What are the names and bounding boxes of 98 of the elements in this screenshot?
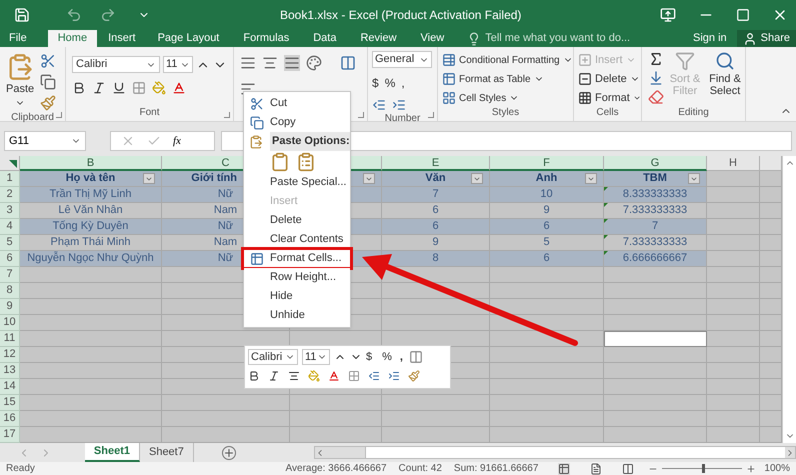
zoom-percent[interactable]: 100% <box>764 462 790 474</box>
row-number: 10 <box>0 315 20 331</box>
table-cell: 8.333333333 <box>604 187 707 203</box>
table-cell: 8 <box>382 251 490 267</box>
column-header[interactable]: E <box>382 156 490 171</box>
ribbon-tab[interactable]: View <box>420 30 446 47</box>
row-number: 4 <box>0 219 20 235</box>
column-heading: Anh <box>490 171 604 187</box>
row-number: 6 <box>0 251 20 267</box>
table-cell: 7.333333333 <box>604 203 707 219</box>
font-size-field[interactable]: 11 <box>302 349 330 366</box>
column-heading: Họ và tên <box>20 171 162 187</box>
table-cell: 6 <box>382 203 490 219</box>
table-cell: 6 <box>490 251 604 267</box>
row-number: 16 <box>0 411 20 427</box>
insert-function-button[interactable]: fx <box>173 132 181 150</box>
group-label: Cells <box>596 106 619 120</box>
paste-button[interactable]: Paste <box>6 53 34 111</box>
status-text: Ready <box>6 462 35 474</box>
row-number: 8 <box>0 283 20 299</box>
column-header[interactable]: H <box>707 156 760 171</box>
context-menu-item[interactable]: Cut <box>244 94 350 113</box>
styles-menu-button[interactable]: Format as Table <box>442 71 573 87</box>
group-label: Styles <box>492 106 520 120</box>
table-cell: 7.333333333 <box>604 235 707 251</box>
table-cell: Phạm Thái Minh <box>20 235 162 251</box>
context-menu-item[interactable]: Paste Special... <box>244 173 350 192</box>
group-label: Clipboard <box>11 111 54 125</box>
row-number: 3 <box>0 203 20 219</box>
number-format-field[interactable]: General <box>372 51 432 68</box>
share-button[interactable]: Share <box>736 30 796 47</box>
ribbon-tab[interactable]: Home <box>48 30 98 47</box>
table-cell: 10 <box>490 187 604 203</box>
column-header[interactable]: F <box>490 156 604 171</box>
table-cell: 6 <box>490 219 604 235</box>
name-box[interactable]: G11 <box>4 131 86 151</box>
context-menu-item[interactable]: Copy <box>244 113 350 132</box>
table-cell: 6.666666667 <box>604 251 707 267</box>
percent-button[interactable]: % <box>382 349 392 366</box>
column-header[interactable]: G <box>604 156 707 171</box>
table-cell: Nguyễn Ngọc Như Quỳnh <box>20 251 162 267</box>
context-menu-item[interactable]: Format Cells... <box>241 247 353 270</box>
table-cell: 7 <box>604 219 707 235</box>
ribbon-tab[interactable]: Page Layout <box>156 30 220 47</box>
cells-menu-button[interactable]: Delete <box>578 71 641 87</box>
row-number: 12 <box>0 347 20 363</box>
row-number: 14 <box>0 379 20 395</box>
ribbon-tab[interactable]: Review <box>359 30 398 47</box>
row-number: 5 <box>0 235 20 251</box>
font-name-field[interactable]: Calibri <box>72 56 160 73</box>
context-menu-item[interactable]: Delete <box>244 211 350 230</box>
table-cell: Lê Văn Nhân <box>20 203 162 219</box>
row-number: 17 <box>0 427 20 443</box>
font-size-field[interactable]: 11 <box>163 56 193 73</box>
comma-button[interactable]: , <box>401 74 405 92</box>
group-label: Number <box>384 112 420 126</box>
table-cell: 5 <box>490 235 604 251</box>
ribbon-tab[interactable]: File <box>8 30 28 47</box>
table-cell: Trần Thị Mỹ Linh <box>20 187 162 203</box>
context-menu-item[interactable]: Unhide <box>244 306 350 325</box>
find-select-button[interactable]: Find & Select <box>706 51 744 105</box>
menu-section-heading: Paste Options: <box>270 132 350 151</box>
currency-button[interactable]: $ <box>372 74 379 92</box>
currency-button[interactable]: $ <box>366 349 372 366</box>
ribbon-tab[interactable]: Formulas <box>242 30 290 47</box>
column-header[interactable]: B <box>20 156 162 171</box>
table-cell: 9 <box>490 203 604 219</box>
column-heading: TBM <box>604 171 707 187</box>
column-heading: Văn <box>382 171 490 187</box>
table-cell: 6 <box>382 219 490 235</box>
row-number: 11 <box>0 331 20 347</box>
group-label: Font <box>139 106 160 120</box>
row-number: 2 <box>0 187 20 203</box>
row-number: 13 <box>0 363 20 379</box>
table-cell: 7 <box>382 187 490 203</box>
styles-menu-button[interactable]: Conditional Formatting <box>442 52 573 68</box>
status-average: Average: 3666.466667 <box>286 462 387 474</box>
context-menu-item[interactable]: Hide <box>244 287 350 306</box>
row-number: 1 <box>0 171 20 187</box>
styles-menu-button[interactable]: Cell Styles <box>442 90 573 106</box>
ribbon-tab[interactable]: Insert <box>107 30 137 47</box>
cells-menu-button[interactable]: Format <box>578 90 641 106</box>
ribbon-tab[interactable]: Data <box>312 30 338 47</box>
tell-me-field[interactable]: Tell me what you want to do... <box>485 30 630 47</box>
table-cell: 9 <box>382 235 490 251</box>
row-number: 15 <box>0 395 20 411</box>
row-number: 9 <box>0 299 20 315</box>
sheet-tab[interactable]: Sheet1 <box>84 443 140 462</box>
group-label: Editing <box>678 106 709 120</box>
status-sum: Sum: 91661.66667 <box>454 462 538 474</box>
font-name-field[interactable]: Calibri <box>248 349 298 366</box>
status-count: Count: 42 <box>398 462 442 474</box>
window-title: Book1.xlsx - Excel (Product Activation Failed) <box>280 7 522 24</box>
percent-button[interactable]: % <box>384 74 396 92</box>
context-menu-item[interactable]: Row Height... <box>244 268 350 287</box>
table-cell: Tống Kỳ Duyên <box>20 219 162 235</box>
sign-in-link[interactable]: Sign in <box>693 30 727 47</box>
row-number: 7 <box>0 267 20 283</box>
